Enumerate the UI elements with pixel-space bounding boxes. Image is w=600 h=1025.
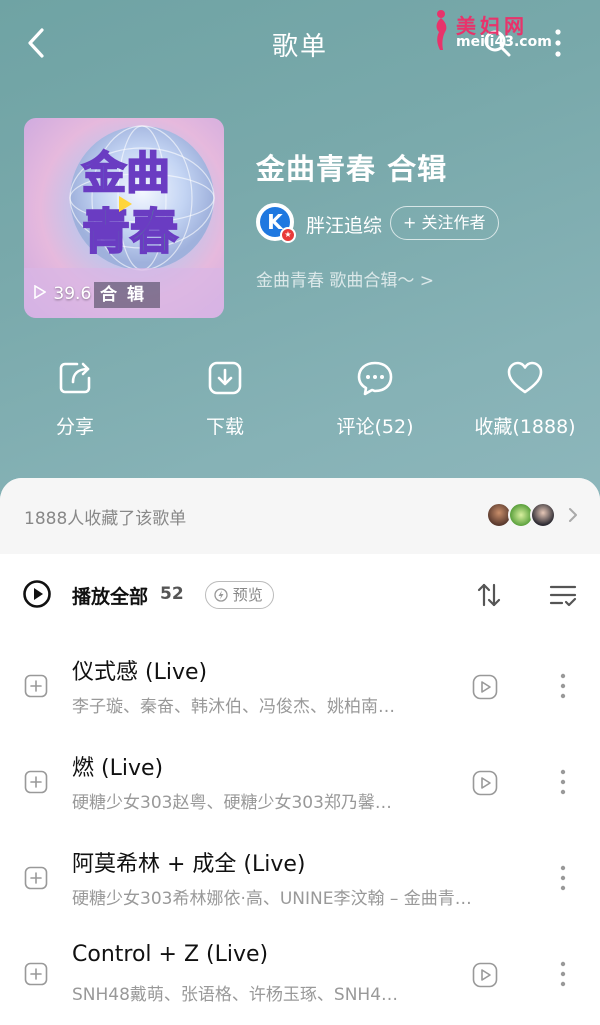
song-list-sheet: 1888人收藏了该歌单 播放全部 52 预览 仪式感 (Live) 李子璇、秦奋… xyxy=(0,478,600,1025)
play-all-count: 52 xyxy=(160,584,184,604)
download-button[interactable]: 下载 xyxy=(150,352,300,439)
heart-icon xyxy=(507,361,543,394)
comment-label: 评论(52) xyxy=(336,416,414,438)
follow-creator-button[interactable]: + 关注作者 xyxy=(390,206,499,240)
play-all-label[interactable]: 播放全部 xyxy=(72,582,148,609)
mv-play-icon[interactable] xyxy=(472,674,498,700)
song-title: 燃 (Live) xyxy=(72,756,164,781)
song-artist: 李子璇、秦奋、韩沐伯、冯俊杰、姚柏南… xyxy=(72,697,395,717)
vertical-dots-icon[interactable] xyxy=(554,670,572,702)
action-row: 分享 下载 评论(52) 收藏(1888) xyxy=(0,352,600,442)
creator-name[interactable]: 胖汪追综 xyxy=(306,211,382,238)
download-label: 下载 xyxy=(205,416,244,438)
svg-text:金曲: 金曲 xyxy=(81,148,170,199)
mv-play-icon[interactable] xyxy=(472,962,498,988)
add-to-playlist-icon[interactable] xyxy=(24,674,48,698)
playlist-description[interactable]: 金曲青春 歌曲合辑～ > xyxy=(256,266,434,291)
download-icon xyxy=(208,361,242,395)
chevron-right-icon xyxy=(569,508,577,522)
playlist-cover[interactable]: 金曲 青春 39.6 合辑 xyxy=(24,118,224,318)
lightning-icon xyxy=(214,588,228,602)
sort-icon[interactable] xyxy=(474,580,504,610)
song-row[interactable]: 阿莫希林 + 成全 (Live) 硬糖少女303希林娜依·高、UNINE李汶翰 … xyxy=(0,830,600,926)
share-icon xyxy=(59,362,91,394)
play-all-button[interactable] xyxy=(22,579,52,609)
play-outline-icon xyxy=(34,284,48,304)
comment-button[interactable]: 评论(52) xyxy=(300,352,450,439)
woman-silhouette-icon xyxy=(436,10,447,50)
song-title: 阿莫希林 + 成全 (Live) xyxy=(72,852,306,877)
song-row[interactable]: 仪式感 (Live) 李子璇、秦奋、韩沐伯、冯俊杰、姚柏南… xyxy=(0,638,600,734)
cover-play-count: 39.6 xyxy=(34,284,91,304)
cover-tag: 合辑 xyxy=(94,282,160,308)
song-row[interactable]: Control + Z (Live) SNH48戴萌、张语格、许杨玉琢、SNH4… xyxy=(0,926,600,1022)
favorites-avatars xyxy=(486,502,558,530)
playlist-title: 金曲青春 合辑 xyxy=(256,152,448,186)
favorites-text: 1888人收藏了该歌单 xyxy=(24,509,187,529)
cover-play-count-value: 39.6 xyxy=(53,284,92,304)
favorites-row[interactable]: 1888人收藏了该歌单 xyxy=(0,478,600,554)
collect-button[interactable]: 收藏(1888) xyxy=(450,352,600,439)
top-bar: 歌单 美妇网 meili43.com xyxy=(0,0,600,88)
add-to-playlist-icon[interactable] xyxy=(24,770,48,794)
song-artist: 硬糖少女303赵粤、硬糖少女303郑乃馨… xyxy=(72,793,392,813)
vertical-dots-icon[interactable] xyxy=(554,958,572,990)
share-label: 分享 xyxy=(55,416,94,438)
preview-button[interactable]: 预览 xyxy=(205,581,274,609)
mv-play-icon[interactable] xyxy=(472,770,498,796)
play-all-row: 播放全部 52 预览 xyxy=(0,554,600,638)
add-to-playlist-icon[interactable] xyxy=(24,962,48,986)
collect-label: 收藏(1888) xyxy=(474,416,576,438)
avatar xyxy=(530,502,556,528)
multi-select-icon[interactable] xyxy=(548,580,578,610)
watermark-url: meili43.com xyxy=(456,34,552,50)
song-title: 仪式感 (Live) xyxy=(72,660,208,685)
watermark: 美妇网 meili43.com xyxy=(430,6,595,54)
add-to-playlist-icon[interactable] xyxy=(24,866,48,890)
creator-avatar[interactable]: K ★ xyxy=(256,203,296,243)
song-artist: SNH48戴萌、张语格、许杨玉琢、SNH4… xyxy=(72,985,399,1005)
song-title: Control + Z (Live) xyxy=(72,942,269,967)
share-button[interactable]: 分享 xyxy=(0,352,150,439)
svg-text:青春: 青春 xyxy=(82,204,178,260)
song-row[interactable]: 燃 (Live) 硬糖少女303赵粤、硬糖少女303郑乃馨… xyxy=(0,734,600,830)
vertical-dots-icon[interactable] xyxy=(554,766,572,798)
vertical-dots-icon[interactable] xyxy=(554,862,572,894)
comment-icon xyxy=(357,361,393,396)
preview-label: 预览 xyxy=(232,586,263,604)
song-artist: 硬糖少女303希林娜依·高、UNINE李汶翰 – 金曲青… xyxy=(72,889,472,909)
verified-badge-icon: ★ xyxy=(280,227,296,243)
